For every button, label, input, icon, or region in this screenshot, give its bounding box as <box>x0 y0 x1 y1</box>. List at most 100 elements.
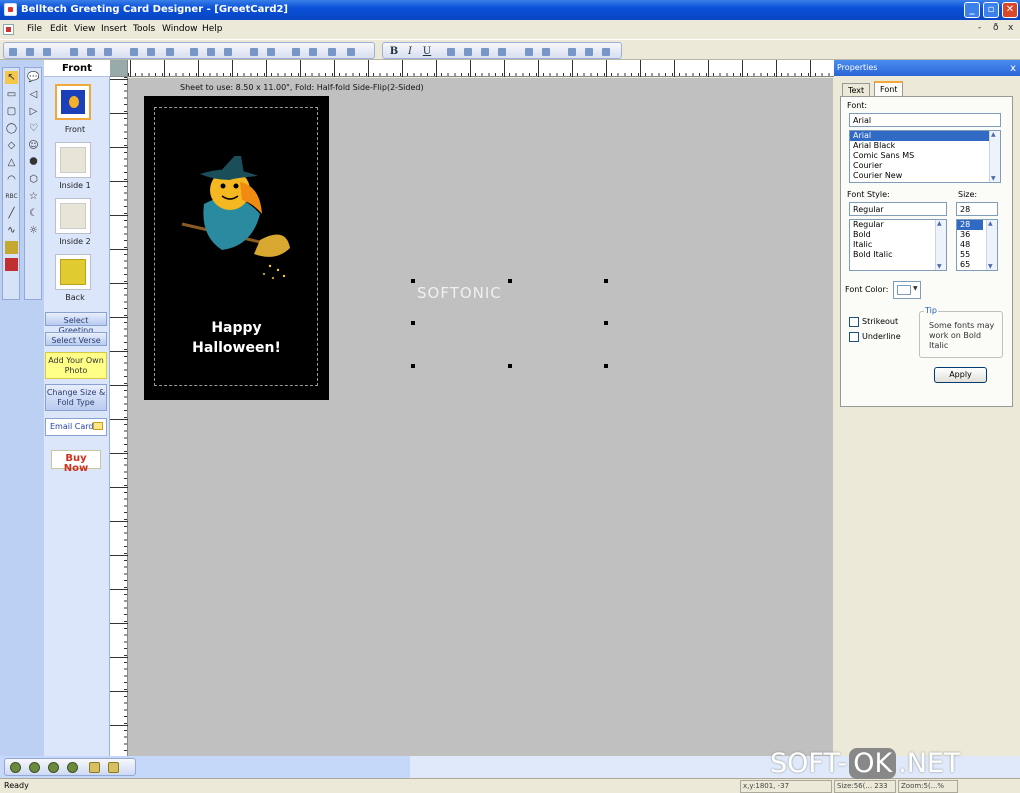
change-size-button[interactable]: Change Size & Fold Type <box>45 384 107 411</box>
bold-button[interactable]: B <box>388 46 400 58</box>
align-center-icon[interactable] <box>462 46 474 58</box>
document-icon[interactable] <box>3 24 14 35</box>
duplicate-icon[interactable] <box>89 762 100 773</box>
select-verse-button[interactable]: Select Verse <box>45 332 107 346</box>
copy-icon[interactable] <box>85 46 97 58</box>
font-list-item[interactable]: Arial Black <box>850 141 1000 151</box>
mdi-minimize-button[interactable]: - <box>978 23 981 33</box>
triangle-tool-icon[interactable]: △ <box>5 156 18 169</box>
selected-text-object[interactable]: SOFTONIC <box>417 284 502 302</box>
selection-handle-ne[interactable] <box>604 279 608 283</box>
rotate-right-icon[interactable] <box>540 46 552 58</box>
menu-file[interactable]: File <box>27 24 42 34</box>
rotate-left-icon[interactable] <box>523 46 535 58</box>
save-icon[interactable] <box>41 46 53 58</box>
diamond-tool-icon[interactable]: ◇ <box>5 139 18 152</box>
arrow-left-tool-icon[interactable]: ◁ <box>27 88 40 101</box>
image-icon[interactable] <box>265 46 277 58</box>
email-card-button[interactable]: Email Card <box>45 418 107 436</box>
font-color-picker[interactable]: ▼ <box>893 281 921 299</box>
new-icon[interactable] <box>7 46 19 58</box>
arc-tool-icon[interactable]: ◠ <box>5 173 18 186</box>
align-top-icon[interactable] <box>566 46 578 58</box>
menu-edit[interactable]: Edit <box>50 24 67 34</box>
email-icon[interactable] <box>222 46 234 58</box>
style-list-item[interactable]: Regular <box>850 220 946 230</box>
align-left-icon[interactable] <box>445 46 457 58</box>
underline-checkbox[interactable] <box>849 332 859 342</box>
selection-handle-nw[interactable] <box>411 279 415 283</box>
print-icon[interactable] <box>205 46 217 58</box>
selection-handle-se[interactable] <box>604 364 608 368</box>
font-style-list[interactable]: Regular Bold Italic Bold Italic <box>849 219 947 271</box>
curve-tool-icon[interactable]: ∿ <box>5 224 18 237</box>
selection-handle-e[interactable] <box>604 321 608 325</box>
size-input[interactable]: 28 <box>956 202 998 216</box>
italic-button[interactable]: I <box>404 46 416 58</box>
arrange-icon[interactable] <box>108 762 119 773</box>
style-list-item[interactable]: Italic <box>850 240 946 250</box>
mdi-close-button[interactable]: x <box>1008 23 1013 33</box>
size-list-scrollbar[interactable] <box>986 220 997 270</box>
font-list-item[interactable]: Courier New <box>850 171 1000 181</box>
style-list-item[interactable]: Bold Italic <box>850 250 946 260</box>
grid-icon[interactable] <box>326 46 338 58</box>
pointer-tool-icon[interactable]: ↖ <box>5 71 18 84</box>
apply-button[interactable]: Apply <box>934 367 987 383</box>
align-middle-icon[interactable] <box>583 46 595 58</box>
strikeout-checkbox[interactable] <box>849 317 859 327</box>
sun-tool-icon[interactable]: ☼ <box>27 224 40 237</box>
moon-tool-icon[interactable]: ☾ <box>27 207 40 220</box>
font-style-input[interactable]: Regular <box>849 202 947 216</box>
justify-icon[interactable] <box>496 46 508 58</box>
rectangle-tool-icon[interactable]: ▭ <box>5 88 18 101</box>
print-preview-icon[interactable] <box>188 46 200 58</box>
design-canvas[interactable]: Sheet to use: 8.50 x 11.00", Fold: Half-… <box>128 78 833 756</box>
size-list-item[interactable]: 28 <box>957 220 983 230</box>
tab-text[interactable]: Text <box>842 83 871 97</box>
style-list-scrollbar[interactable] <box>935 220 946 270</box>
page-thumb-back[interactable] <box>55 254 91 290</box>
page-thumb-inside-1[interactable] <box>55 142 91 178</box>
selection-handle-s[interactable] <box>508 364 512 368</box>
star-tool-icon[interactable]: ☆ <box>27 190 40 203</box>
undo-icon[interactable] <box>128 46 140 58</box>
tab-font[interactable]: Font <box>874 81 904 97</box>
rounded-rect-tool-icon[interactable]: ▢ <box>5 105 18 118</box>
smiley-tool-icon[interactable]: ☺ <box>27 139 40 152</box>
size-list[interactable]: 28 36 48 55 65 <box>956 219 998 271</box>
menu-view[interactable]: View <box>74 24 95 34</box>
page-thumb-inside-2[interactable] <box>55 198 91 234</box>
font-list-item[interactable]: Arial <box>850 131 1000 141</box>
hexagon-tool-icon[interactable]: ⬡ <box>27 173 40 186</box>
font-list-scrollbar[interactable] <box>989 131 1000 182</box>
page-thumb-front[interactable] <box>55 84 91 120</box>
minimize-button[interactable]: _ <box>964 2 980 18</box>
properties-close-button[interactable]: x <box>1010 61 1016 77</box>
heart-tool-icon[interactable]: ♡ <box>27 122 40 135</box>
align-right-icon[interactable] <box>479 46 491 58</box>
octagon-tool-icon[interactable]: ⯃ <box>27 156 40 169</box>
mdi-restore-button[interactable]: ð <box>993 23 999 33</box>
buy-now-button[interactable]: Buy Now <box>51 450 101 474</box>
font-list-item[interactable]: Courier <box>850 161 1000 171</box>
layout-icon[interactable] <box>248 46 260 58</box>
selection-handle-n[interactable] <box>508 279 512 283</box>
arrow-right-tool-icon[interactable]: ▷ <box>27 105 40 118</box>
ellipse-tool-icon[interactable]: ◯ <box>5 122 18 135</box>
text-tool-icon[interactable]: RBC <box>5 190 18 203</box>
maximize-button[interactable]: ▫ <box>983 2 999 18</box>
select-greeting-button[interactable]: Select Greeting <box>45 312 107 335</box>
callout-tool-icon[interactable]: 💬 <box>27 71 40 84</box>
font-list-item[interactable]: Comic Sans MS <box>850 151 1000 161</box>
card-greeting-text[interactable]: Happy Halloween! <box>144 318 329 358</box>
menu-tools[interactable]: Tools <box>133 24 155 34</box>
selection-handle-w[interactable] <box>411 321 415 325</box>
witch-clipart[interactable] <box>174 156 294 286</box>
page-next-icon[interactable] <box>48 762 59 773</box>
align-bottom-icon[interactable] <box>600 46 612 58</box>
paste-icon[interactable] <box>102 46 114 58</box>
font-list[interactable]: Arial Arial Black Comic Sans MS Courier … <box>849 130 1001 183</box>
redo-icon[interactable] <box>145 46 157 58</box>
eraser-icon[interactable] <box>345 46 357 58</box>
